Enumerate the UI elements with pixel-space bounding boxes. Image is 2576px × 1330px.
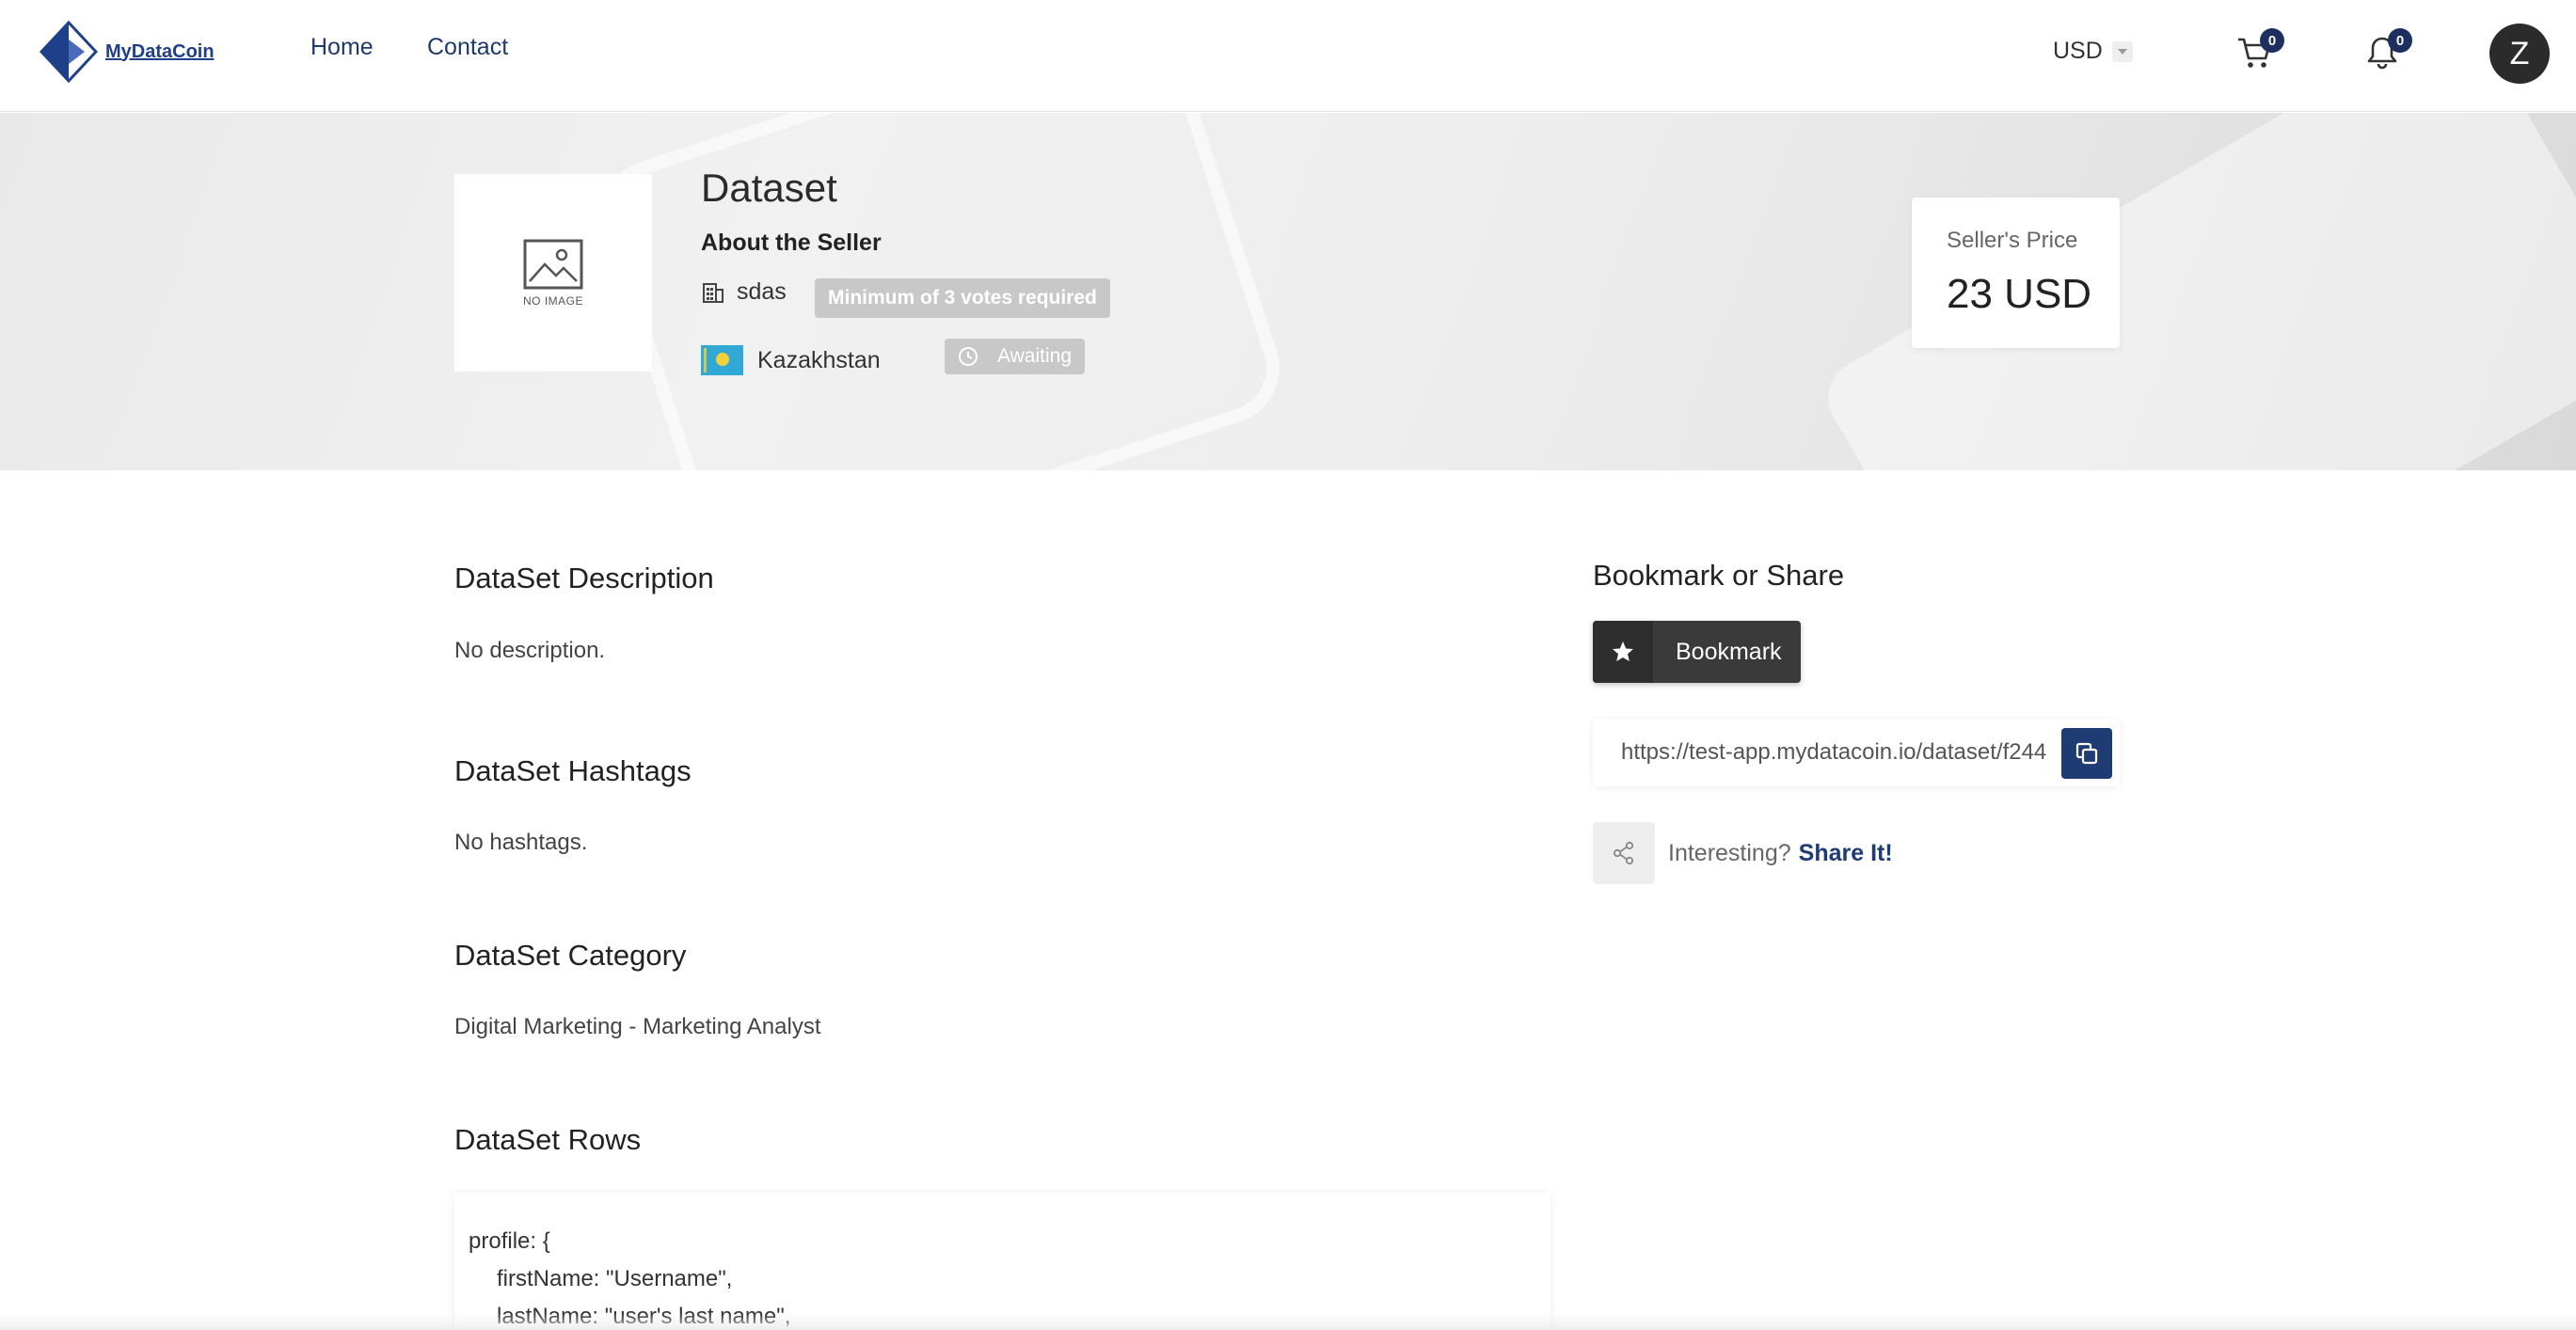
hashtags-heading: DataSet Hashtags: [454, 754, 692, 787]
status-badge: Awaiting: [945, 339, 1085, 374]
code-line: profile: {: [469, 1228, 550, 1254]
logo-icon: [40, 21, 98, 83]
share-row: Interesting? Share It!: [1593, 822, 1893, 884]
seller-info: sdas: [701, 278, 787, 306]
copy-icon: [2075, 742, 2098, 765]
bottom-fade: [0, 1313, 2576, 1330]
share-url-input[interactable]: [1593, 719, 2063, 786]
nav-home-link[interactable]: Home: [310, 34, 374, 61]
share-it-link[interactable]: Share It!: [1799, 840, 1893, 867]
share-prompt: Interesting?: [1668, 839, 1791, 866]
votes-required-badge: Minimum of 3 votes required: [815, 278, 1110, 318]
price-label: Seller's Price: [1947, 228, 2078, 253]
category-heading: DataSet Category: [454, 939, 687, 972]
image-placeholder-icon: [523, 239, 583, 290]
top-navbar: MyDataCoin Home Contact USD 0 0 Z: [0, 0, 2576, 112]
share-url-field: [1593, 719, 2120, 786]
share-icon[interactable]: [1593, 822, 1655, 884]
star-icon: [1593, 621, 1653, 683]
about-seller-heading: About the Seller: [701, 230, 882, 256]
category-text: Digital Marketing - Marketing Analyst: [454, 1014, 821, 1039]
hashtags-text: No hashtags.: [454, 830, 588, 855]
dataset-hero: NO IMAGE Dataset About the Seller sdas M…: [0, 113, 2576, 470]
cart-count-badge: 0: [2260, 28, 2284, 53]
currency-value: USD: [2053, 38, 2103, 64]
price-value: 23 USD: [1947, 271, 2092, 317]
avatar[interactable]: Z: [2489, 24, 2550, 84]
status-label: Awaiting: [997, 345, 1072, 367]
logo[interactable]: MyDataCoin: [40, 21, 215, 83]
bookmark-button[interactable]: Bookmark: [1593, 621, 1801, 683]
notification-count-badge: 0: [2388, 28, 2412, 53]
bookmark-label: Bookmark: [1676, 638, 1782, 665]
code-line: firstName: "Username",: [497, 1266, 733, 1291]
copy-url-button[interactable]: [2061, 728, 2112, 779]
bookmark-share-heading: Bookmark or Share: [1593, 559, 1845, 592]
seller-country: Kazakhstan: [701, 345, 881, 375]
nav-contact-link[interactable]: Contact: [427, 34, 508, 61]
dataset-rows-preview: profile: { firstName: "Username", lastNa…: [454, 1193, 1550, 1330]
description-text: No description.: [454, 638, 606, 663]
rows-heading: DataSet Rows: [454, 1123, 642, 1156]
seller-price-card: Seller's Price 23 USD: [1912, 198, 2120, 348]
kazakhstan-flag-icon: [701, 345, 743, 375]
chevron-down-icon: [2111, 40, 2133, 62]
seller-name: sdas: [737, 278, 787, 305]
dataset-thumbnail: NO IMAGE: [454, 174, 652, 372]
notifications-button[interactable]: 0: [2363, 28, 2412, 75]
no-image-label: NO IMAGE: [522, 294, 583, 308]
clock-icon: [959, 347, 978, 366]
country-name: Kazakhstan: [757, 346, 881, 373]
building-icon: [703, 282, 724, 303]
dataset-title: Dataset: [701, 166, 837, 210]
logo-text: MyDataCoin: [105, 40, 215, 62]
currency-select[interactable]: USD: [2053, 38, 2133, 65]
description-heading: DataSet Description: [454, 562, 714, 594]
cart-button[interactable]: 0: [2235, 28, 2284, 75]
page: MyDataCoin Home Contact USD 0 0 Z NO IMA…: [0, 0, 2576, 1330]
